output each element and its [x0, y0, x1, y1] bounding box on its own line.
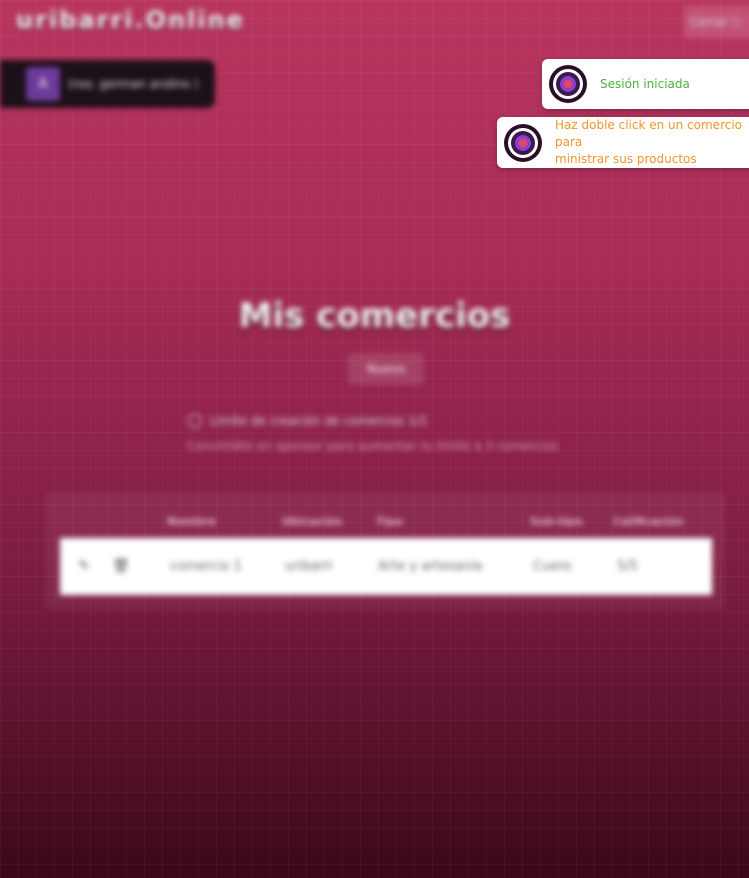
sponsor-text[interactable]: Convirtiéte en sponsor para aumentar tu …: [187, 439, 558, 453]
page-title: Mis comercios: [238, 296, 511, 336]
toast-message: Sesión iniciada: [600, 77, 690, 91]
add-commerce-button[interactable]: Nuevo: [348, 353, 424, 385]
column-header-tipo: Tipo: [376, 515, 403, 528]
column-header-calificacion: Calificación: [613, 515, 684, 528]
app-logo-icon: [504, 123, 542, 162]
edit-icon[interactable]: ✎: [78, 558, 94, 574]
toast-session-started[interactable]: Sesión iniciada: [542, 59, 749, 109]
table-row[interactable]: ✎ 🗑 comercio 1 uribarri Arte y artesanía…: [60, 538, 712, 595]
cell-ubicacion: uribarri: [285, 559, 333, 574]
logout-button[interactable]: Cerrar ⎋: [684, 6, 749, 38]
column-header-ubicacion: Ubicación: [282, 515, 343, 528]
cell-calificacion: 5/5: [617, 559, 638, 574]
column-header-subtipo: Sub-tipo: [530, 515, 583, 528]
user-chip[interactable]: A (roo. german andino ⟩: [0, 60, 215, 108]
cell-nombre: comercio 1: [170, 559, 242, 574]
toast-message: Haz doble click en un comercio para mini…: [555, 118, 743, 166]
info-icon: [188, 414, 202, 428]
brand-logo[interactable]: uribarri.Online: [16, 6, 245, 34]
cell-subtipo: Cuero: [533, 559, 572, 574]
cell-tipo: Arte y artesanía: [378, 559, 483, 574]
app-logo-icon: [549, 65, 587, 103]
limit-text: Límite de creación de comercios 1/1: [210, 414, 428, 428]
avatar: A: [26, 67, 60, 101]
trash-icon[interactable]: 🗑: [112, 558, 130, 574]
toast-double-click-hint[interactable]: Haz doble click en un comercio para mini…: [497, 117, 749, 168]
column-header-nombre: Nombre: [167, 515, 216, 528]
user-name: (roo. german andino ⟩: [68, 77, 199, 91]
limit-info: Límite de creación de comercios 1/1: [188, 414, 428, 428]
